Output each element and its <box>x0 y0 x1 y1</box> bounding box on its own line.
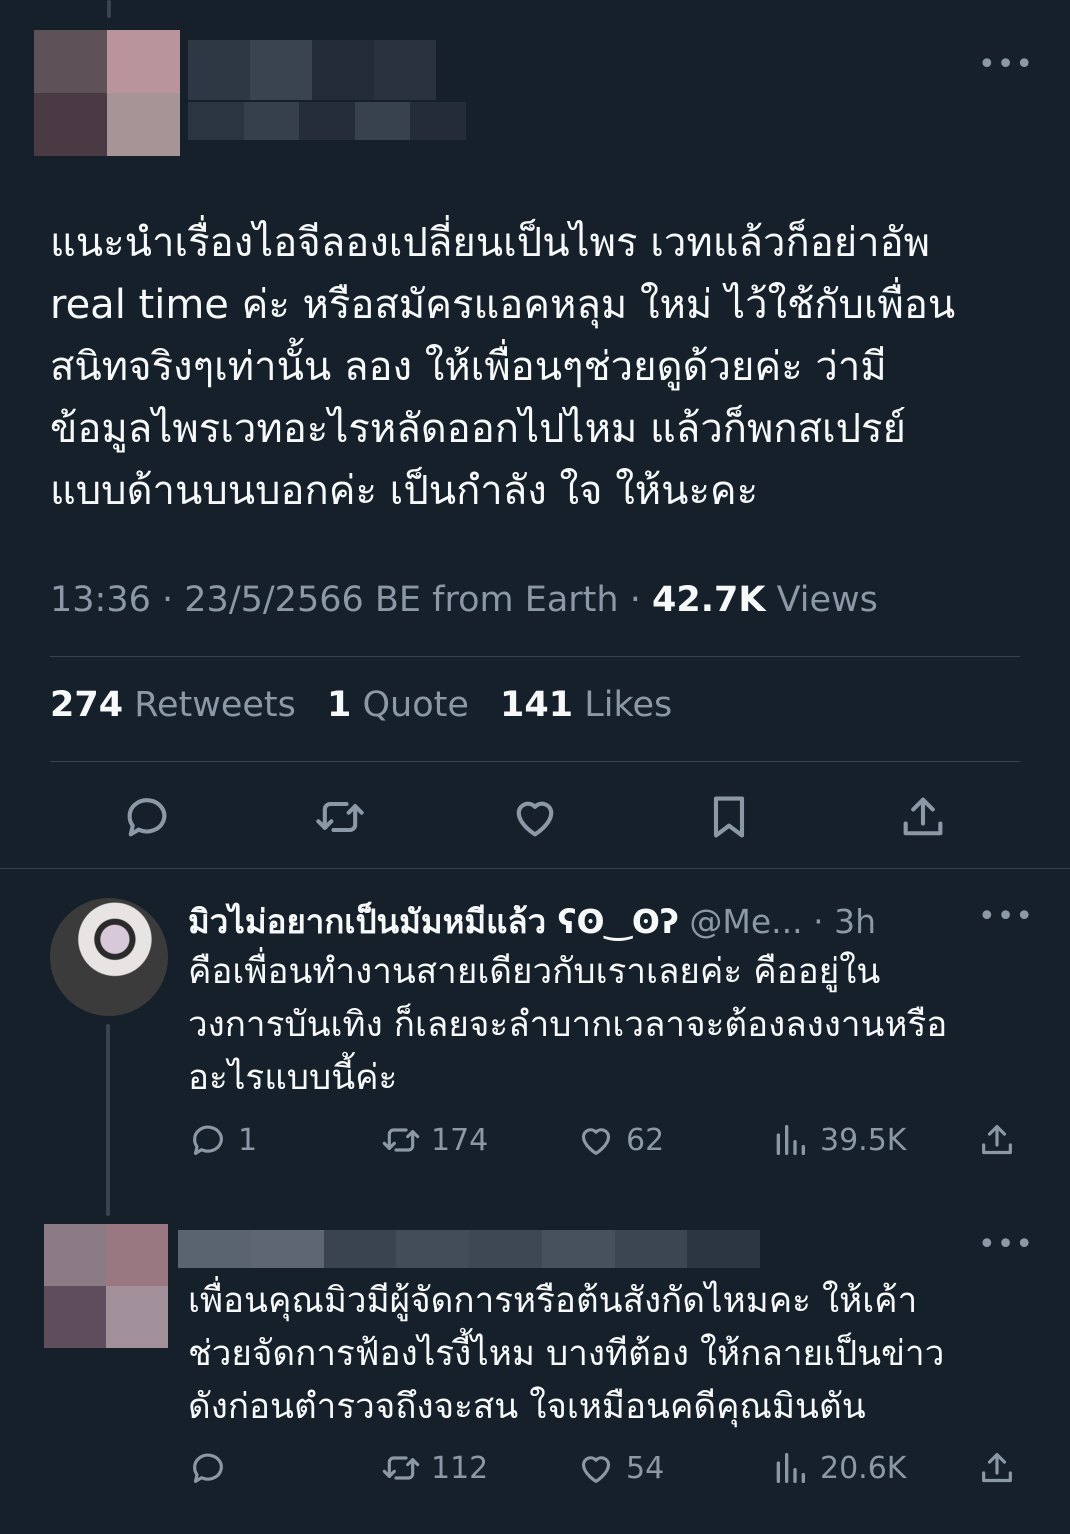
like-icon[interactable] <box>509 791 561 843</box>
share-button[interactable] <box>977 1120 1017 1160</box>
divider <box>50 656 1020 657</box>
reply-button[interactable] <box>188 1448 238 1488</box>
likes-stat[interactable]: 141 Likes <box>500 685 692 725</box>
like-icon <box>581 1456 611 1483</box>
thread-line <box>107 0 111 18</box>
author-name-redacted[interactable] <box>188 40 436 100</box>
reply-text: คือเพื่อนทำงานสายเดียวกับเราเลยค่ะ คืออย… <box>188 952 948 1098</box>
reply-author-handle[interactable]: @Me... <box>689 902 802 941</box>
divider <box>50 761 1020 762</box>
author-handle-redacted <box>188 102 466 140</box>
more-icon[interactable]: ••• <box>978 1230 1034 1260</box>
analytics-icon <box>776 1453 805 1483</box>
retweet-icon <box>382 1456 420 1480</box>
tweet-text: แนะนำเรื่องไอจีลองเปลี่ยนเป็นไพร เวทแล้ว… <box>50 220 956 514</box>
bookmark-icon[interactable] <box>703 791 755 843</box>
reply-text: เพื่อนคุณมิวมีผู้จัดการหรือต้นสังกัดไหมค… <box>188 1281 945 1427</box>
views-count: 42.7K <box>651 580 766 620</box>
analytics-icon <box>776 1125 805 1155</box>
reply-avatar[interactable] <box>44 1224 168 1348</box>
reply-icon[interactable] <box>121 791 173 843</box>
reply-author-redacted[interactable] <box>178 1230 760 1268</box>
tweet-source: from Earth <box>432 580 619 620</box>
reply-avatar[interactable] <box>50 898 168 1016</box>
reply-time[interactable]: 3h <box>834 902 876 941</box>
views-button[interactable]: 39.5K <box>770 1120 906 1160</box>
like-button[interactable]: 54 <box>576 1448 664 1488</box>
retweet-button[interactable]: 112 <box>381 1448 488 1488</box>
like-icon <box>581 1128 611 1155</box>
tweet-meta: 13:36 · 23/5/2566 BE from Earth · 42.7K … <box>50 580 878 620</box>
author-avatar[interactable] <box>34 30 180 156</box>
thread-line <box>106 1024 110 1216</box>
views-button[interactable]: 20.6K <box>770 1448 906 1488</box>
retweet-icon <box>382 1128 420 1152</box>
tweet-time[interactable]: 13:36 <box>50 580 151 620</box>
retweet-icon[interactable] <box>314 791 366 843</box>
share-icon[interactable] <box>897 791 949 843</box>
views-label: Views <box>776 580 878 620</box>
reply-icon <box>193 1125 223 1155</box>
tweet-stats: 274 Retweets 1 Quote 141 Likes <box>50 685 692 725</box>
share-button[interactable] <box>977 1448 1017 1488</box>
reply-button[interactable]: 1 <box>188 1120 257 1160</box>
tweet-date[interactable]: 23/5/2566 BE <box>184 580 421 620</box>
divider <box>0 868 1070 869</box>
share-icon <box>982 1453 1012 1483</box>
share-icon <box>982 1125 1012 1155</box>
retweets-stat[interactable]: 274 Retweets <box>50 685 316 725</box>
reply-icon <box>193 1453 223 1483</box>
retweet-button[interactable]: 174 <box>381 1120 488 1160</box>
quotes-stat[interactable]: 1 Quote <box>327 685 489 725</box>
reply-author-name[interactable]: มิวไม่อยากเป็นมัมหมีแล้ว ʕʘ‿ʘʔ <box>188 902 679 941</box>
reply-header: มิวไม่อยากเป็นมัมหมีแล้ว ʕʘ‿ʘʔ @Me... · … <box>188 902 876 941</box>
more-icon[interactable]: ••• <box>978 902 1034 932</box>
more-icon[interactable]: ••• <box>978 50 1034 80</box>
like-button[interactable]: 62 <box>576 1120 664 1160</box>
